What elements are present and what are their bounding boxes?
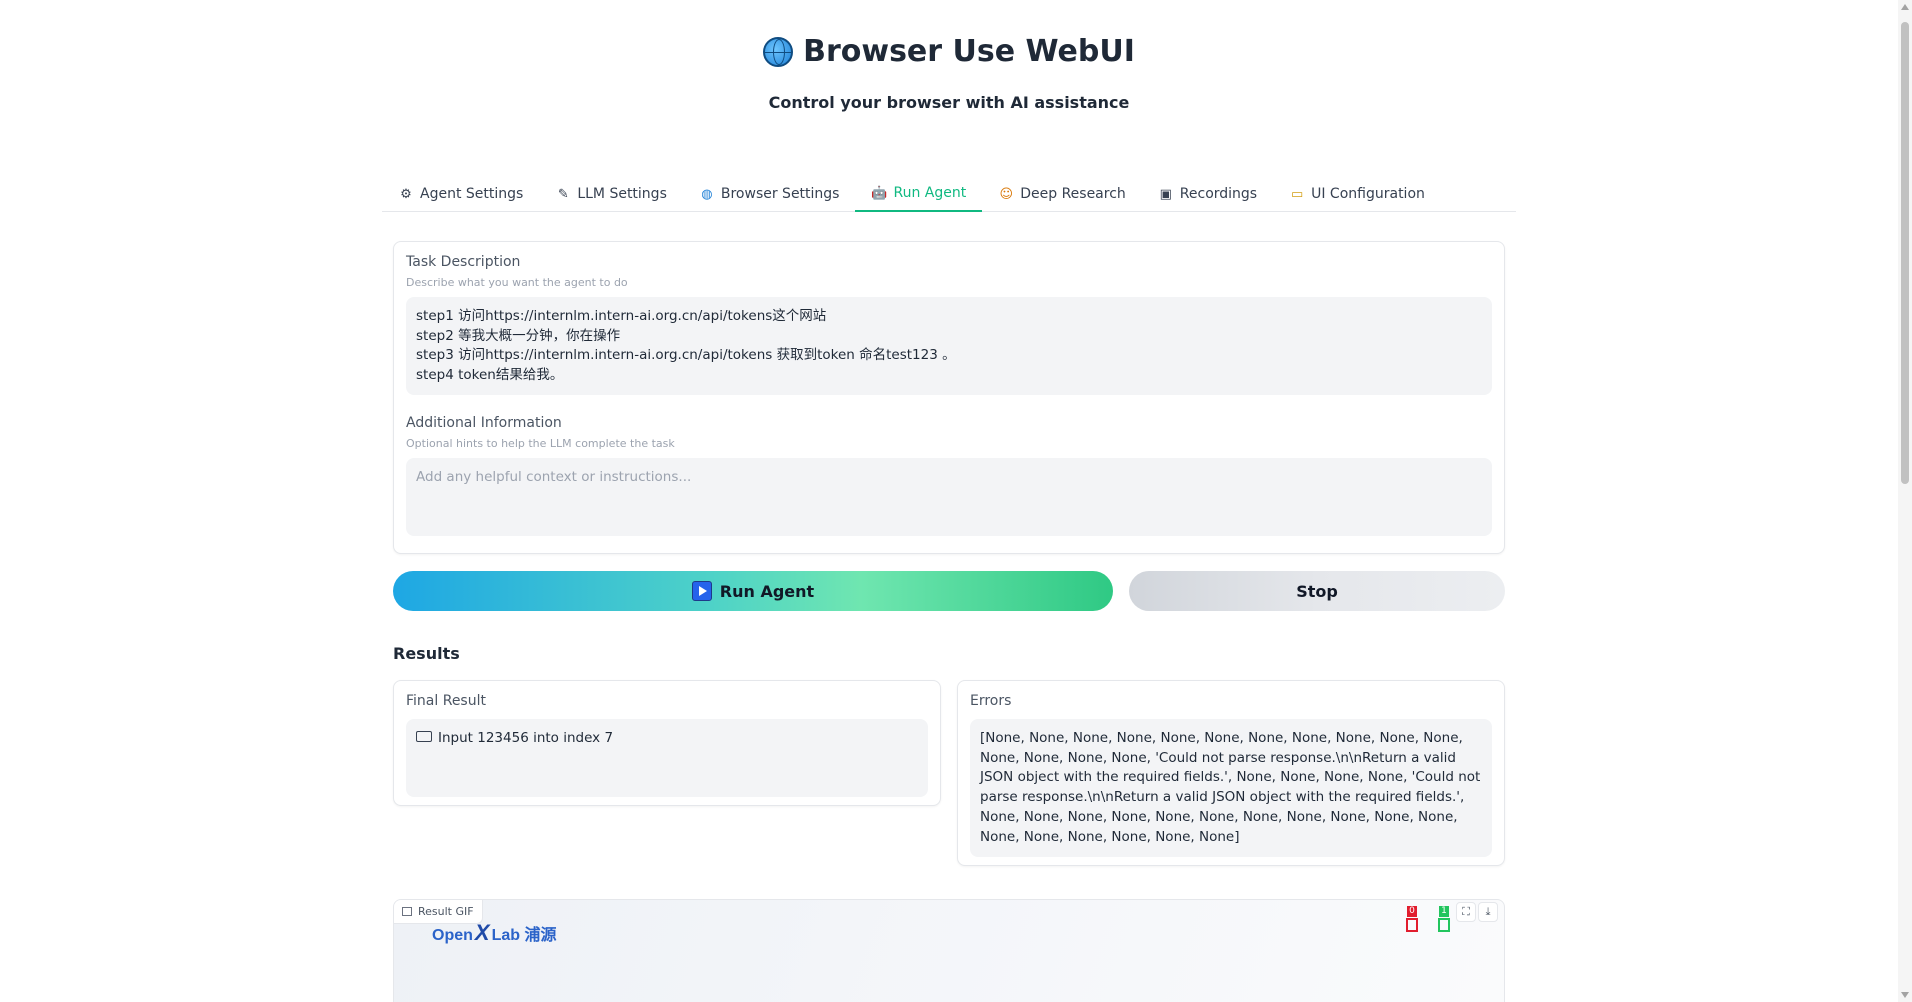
task-description-input[interactable]: step1 访问https://internlm.intern-ai.org.c…	[406, 297, 1492, 395]
page-title-text: Browser Use WebUI	[803, 34, 1135, 69]
tab-label: Deep Research	[1020, 186, 1126, 202]
marker-box	[1406, 918, 1418, 932]
errors-label: Errors	[970, 693, 1012, 709]
tab-recordings[interactable]: ▣ Recordings	[1142, 176, 1273, 212]
download-icon[interactable]: ⤓	[1478, 902, 1498, 922]
tab-label: Recordings	[1179, 186, 1258, 202]
tab-label: LLM Settings	[577, 186, 667, 202]
gear-icon: ⚙	[400, 186, 412, 202]
scroll-thumb[interactable]	[1901, 22, 1909, 484]
stop-label: Stop	[1296, 581, 1338, 601]
marker-box	[1438, 918, 1450, 932]
tab-ui-configuration[interactable]: ▭ UI Configuration	[1273, 176, 1441, 212]
run-agent-label: Run Agent	[719, 581, 815, 601]
globe-icon	[763, 36, 794, 67]
highlight-marker-1: 1	[1438, 906, 1450, 932]
pencil-icon: ✎	[557, 186, 569, 202]
task-description-info: Describe what you want the agent to do	[406, 276, 628, 289]
final-result-text: Input 123456 into index 7	[438, 730, 614, 746]
scroll-up-icon[interactable]	[1901, 4, 1909, 10]
logo-lab-text: Lab 浦源	[491, 927, 557, 944]
run-agent-button[interactable]: Run Agent	[393, 571, 1113, 611]
tab-label: UI Configuration	[1311, 186, 1425, 202]
tab-deep-research[interactable]: ☺ Deep Research	[982, 176, 1142, 212]
robot-icon: 🤖	[871, 185, 888, 201]
highlight-marker-0: 0	[1406, 906, 1418, 932]
page-scrollbar[interactable]	[1898, 0, 1912, 1002]
errors-card: Errors [None, None, None, None, None, No…	[957, 680, 1505, 866]
play-icon	[691, 581, 712, 601]
folder-icon: ▭	[1290, 186, 1304, 202]
task-panel: Task Description Describe what you want …	[393, 241, 1505, 554]
result-gif-label-text: Result GIF	[418, 905, 474, 918]
image-icon	[402, 907, 412, 916]
task-description-label: Task Description	[406, 254, 521, 270]
tab-browser-settings[interactable]: ◍ Browser Settings	[683, 176, 856, 212]
gif-toolbar: ⛶ ⤓	[1456, 902, 1498, 922]
errors-output[interactable]: [None, None, None, None, None, None, Non…	[970, 719, 1492, 857]
tab-run-agent[interactable]: 🤖 Run Agent	[855, 176, 983, 212]
tab-label: Run Agent	[893, 185, 967, 201]
page-title: Browser Use WebUI	[763, 34, 1135, 69]
logo-open-text: Open	[432, 927, 473, 944]
final-result-output[interactable]: Input 123456 into index 7	[406, 719, 928, 797]
app-header: Browser Use WebUI Control your browser w…	[0, 34, 1898, 112]
final-result-card: Final Result Input 123456 into index 7	[393, 680, 941, 806]
stop-button[interactable]: Stop	[1129, 571, 1505, 611]
scroll-down-icon[interactable]	[1901, 992, 1909, 998]
openxlab-logo: OpenX Lab 浦源	[432, 920, 556, 946]
tab-label: Agent Settings	[420, 186, 524, 202]
marker-badge: 0	[1407, 906, 1417, 917]
marker-badge: 1	[1439, 906, 1449, 917]
results-heading: Results	[393, 644, 460, 663]
fullscreen-icon[interactable]: ⛶	[1456, 902, 1476, 922]
keyboard-icon	[416, 730, 432, 742]
additional-information-info: Optional hints to help the LLM complete …	[406, 437, 675, 450]
logo-x-text: X	[474, 920, 490, 945]
additional-information-label: Additional Information	[406, 415, 562, 431]
page-subtitle: Control your browser with AI assistance	[768, 92, 1130, 112]
emoji-icon: ☺	[999, 186, 1013, 202]
final-result-label: Final Result	[406, 693, 486, 709]
tab-bar: ⚙ Agent Settings ✎ LLM Settings ◍ Browse…	[382, 176, 1516, 212]
globe-icon: ◍	[701, 186, 713, 202]
result-gif-panel: Result GIF OpenX Lab 浦源 0 1 ⛶ ⤓	[393, 899, 1505, 1002]
tab-agent-settings[interactable]: ⚙ Agent Settings	[382, 176, 539, 212]
recorder-icon: ▣	[1159, 186, 1172, 202]
tab-label: Browser Settings	[720, 186, 840, 202]
tab-llm-settings[interactable]: ✎ LLM Settings	[539, 176, 683, 212]
additional-information-input[interactable]: Add any helpful context or instructions.…	[406, 458, 1492, 536]
